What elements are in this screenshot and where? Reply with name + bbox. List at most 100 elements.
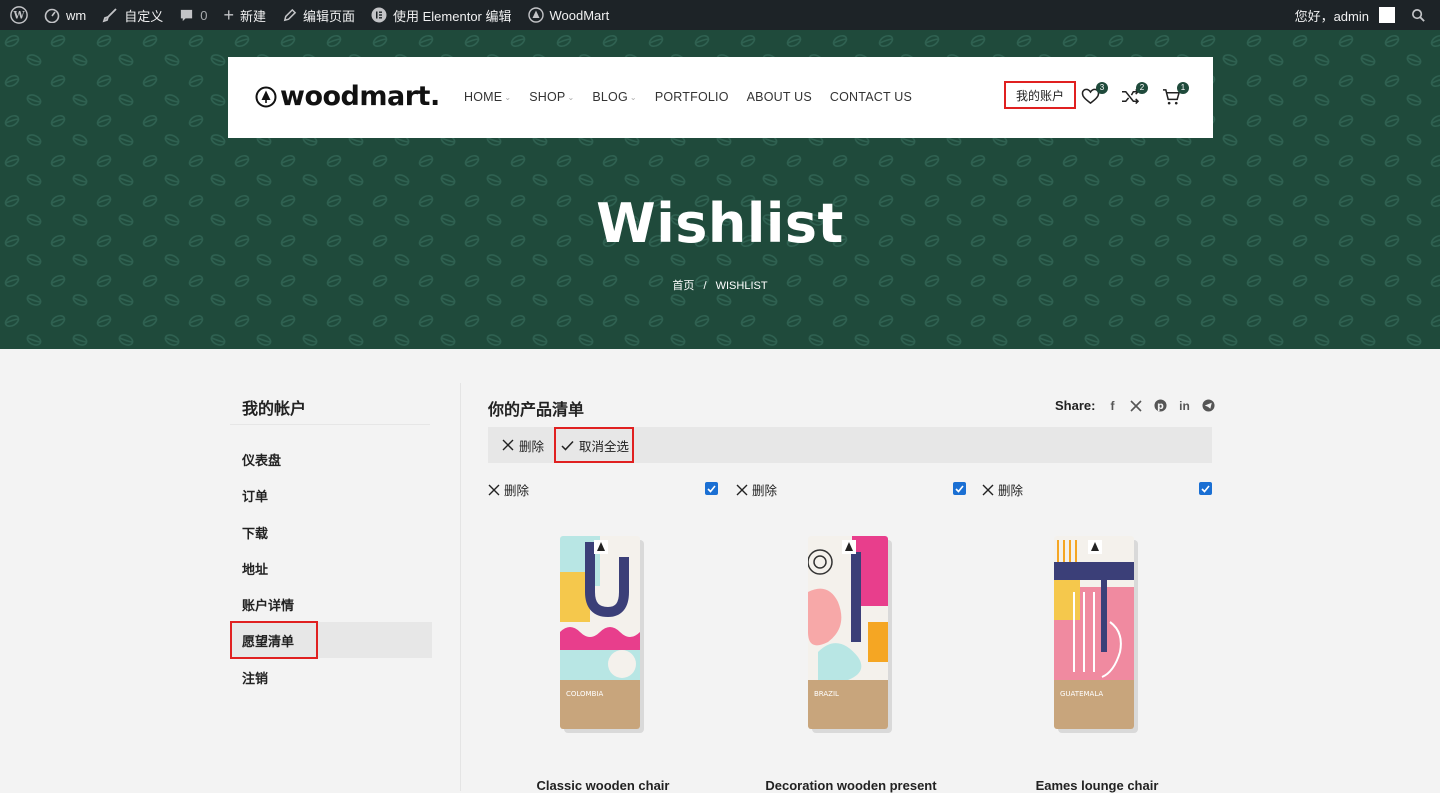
- wishlist-product: 删除 BRAZIL Decoration wooden present: [736, 480, 966, 793]
- my-account-menu[interactable]: 您好，admin: [1287, 0, 1403, 30]
- nav-label: ABOUT US: [746, 90, 812, 104]
- compare-count-badge: 2: [1136, 82, 1148, 94]
- breadcrumb-current: WISHLIST: [715, 280, 768, 292]
- chevron-down-icon: ⌄: [504, 92, 512, 102]
- remove-product-button[interactable]: 删除: [736, 480, 777, 499]
- nav-label: SHOP: [529, 90, 566, 104]
- remove-product-button[interactable]: 删除: [488, 480, 529, 499]
- page-title: Wishlist: [596, 192, 844, 255]
- admin-bar: W wm 自定义 0 + 新建 编辑页面 使用 Elementor 编辑 Woo: [0, 0, 1440, 30]
- sidebar-title: 我的帐户: [242, 401, 307, 418]
- greeting: 您好，admin: [1294, 8, 1369, 24]
- woodmart-icon: [527, 7, 544, 23]
- wordpress-logo-icon[interactable]: W: [2, 0, 36, 30]
- avatar: [1379, 7, 1395, 23]
- check-icon: [955, 484, 964, 493]
- nav-portfolio[interactable]: PORTFOLIO: [655, 90, 729, 104]
- breadcrumb-home[interactable]: 首页: [672, 280, 694, 292]
- logo-text: woodmart.: [280, 81, 440, 112]
- tree-logo-icon: [255, 86, 277, 107]
- linkedin-icon[interactable]: in: [1177, 399, 1191, 413]
- main-nav: HOME ⌄ SHOP ⌄ BLOG ⌄ PORTFOLIO ABOUT US CON…: [464, 90, 930, 104]
- product-label: GUATEMALA: [1060, 690, 1103, 698]
- site-logo[interactable]: woodmart.: [255, 81, 440, 112]
- site-name: wm: [66, 7, 87, 23]
- close-icon: [502, 439, 514, 451]
- wishlist-product: 删除 COLOMBIA Classic wooden chair: [488, 480, 718, 793]
- breadcrumb-separator: /: [703, 280, 707, 292]
- sidebar-item-logout[interactable]: 注销: [242, 668, 268, 687]
- product-checkbox[interactable]: [953, 482, 966, 495]
- highlight-box: [230, 621, 318, 659]
- remove-label: 删除: [752, 484, 778, 498]
- chevron-down-icon: ⌄: [567, 92, 575, 102]
- wishlist-button[interactable]: 3: [1081, 82, 1108, 110]
- dashboard-icon: [44, 8, 60, 23]
- woodmart-label: WoodMart: [549, 7, 610, 23]
- brush-icon: [102, 8, 117, 23]
- page-hero: woodmart. HOME ⌄ SHOP ⌄ BLOG ⌄ PORTFOLIO AB…: [0, 30, 1440, 349]
- wishlist-count-badge: 3: [1096, 82, 1108, 94]
- remove-label: 删除: [998, 484, 1024, 498]
- share-label: Share:: [1055, 398, 1096, 413]
- nav-contact-us[interactable]: CONTACT US: [830, 90, 912, 104]
- sidebar-item-account-details[interactable]: 账户详情: [242, 595, 294, 614]
- compare-button[interactable]: 2: [1121, 82, 1148, 110]
- close-icon: [488, 484, 500, 495]
- breadcrumb: 首页 / WISHLIST: [0, 277, 1440, 293]
- nav-label: BLOG: [592, 90, 628, 104]
- elementor-icon: [371, 7, 387, 23]
- check-icon: [707, 484, 716, 493]
- bulk-actions-bar: 删除 取消全选: [488, 427, 1212, 463]
- nav-label: HOME: [464, 90, 503, 104]
- telegram-icon[interactable]: [1201, 399, 1215, 413]
- comments-link[interactable]: 0: [171, 0, 215, 30]
- edit-page-link[interactable]: 编辑页面: [274, 0, 363, 30]
- remove-label: 删除: [504, 484, 530, 498]
- close-icon: [982, 484, 994, 495]
- bulk-remove-button[interactable]: 删除: [502, 427, 544, 463]
- product-label: COLOMBIA: [566, 690, 603, 698]
- product-checkbox[interactable]: [1199, 482, 1212, 495]
- site-header: woodmart. HOME ⌄ SHOP ⌄ BLOG ⌄ PORTFOLIO AB…: [228, 57, 1213, 138]
- x-icon[interactable]: [1129, 399, 1143, 413]
- product-checkbox[interactable]: [705, 482, 718, 495]
- elementor-edit-link[interactable]: 使用 Elementor 编辑: [363, 0, 519, 30]
- product-label: BRAZIL: [814, 690, 839, 698]
- cart-button[interactable]: 1: [1162, 82, 1189, 111]
- chevron-down-icon: ⌄: [629, 92, 637, 102]
- bulk-remove-label: 删除: [519, 439, 545, 454]
- product-image[interactable]: GUATEMALA: [1054, 532, 1138, 733]
- nav-shop[interactable]: SHOP ⌄: [529, 90, 574, 104]
- close-icon: [736, 484, 748, 495]
- cart-count-badge: 1: [1177, 82, 1189, 94]
- product-image[interactable]: COLOMBIA: [560, 532, 644, 733]
- sidebar-item-orders[interactable]: 订单: [242, 486, 268, 505]
- plus-icon: +: [223, 5, 234, 25]
- svg-text:p: p: [1157, 401, 1164, 412]
- sidebar-item-dashboard[interactable]: 仪表盘: [242, 450, 281, 469]
- site-name-link[interactable]: wm: [36, 0, 94, 30]
- svg-text:W: W: [12, 11, 25, 22]
- nav-about-us[interactable]: ABOUT US: [747, 90, 812, 104]
- pencil-icon: [283, 8, 297, 21]
- remove-product-button[interactable]: 删除: [982, 480, 1023, 499]
- pinterest-icon[interactable]: p: [1153, 399, 1167, 413]
- my-account-link[interactable]: 我的账户: [1004, 81, 1076, 109]
- search-icon: [1412, 8, 1425, 22]
- nav-label: PORTFOLIO: [654, 90, 729, 104]
- product-image[interactable]: BRAZIL: [808, 532, 892, 733]
- woodmart-menu-link[interactable]: WoodMart: [520, 0, 618, 30]
- share-bar: Share: f p in: [1055, 398, 1215, 413]
- admin-search[interactable]: [1403, 0, 1434, 30]
- nav-label: CONTACT US: [829, 90, 913, 104]
- elementor-label: 使用 Elementor 编辑: [393, 8, 512, 24]
- facebook-icon[interactable]: f: [1105, 399, 1119, 413]
- sidebar-item-downloads[interactable]: 下载: [242, 523, 268, 542]
- nav-blog[interactable]: BLOG ⌄: [592, 90, 636, 104]
- sidebar-item-addresses[interactable]: 地址: [242, 559, 268, 578]
- new-content-link[interactable]: + 新建: [215, 0, 274, 30]
- divider: [230, 424, 430, 425]
- customize-link[interactable]: 自定义: [94, 0, 171, 30]
- nav-home[interactable]: HOME ⌄: [464, 90, 511, 104]
